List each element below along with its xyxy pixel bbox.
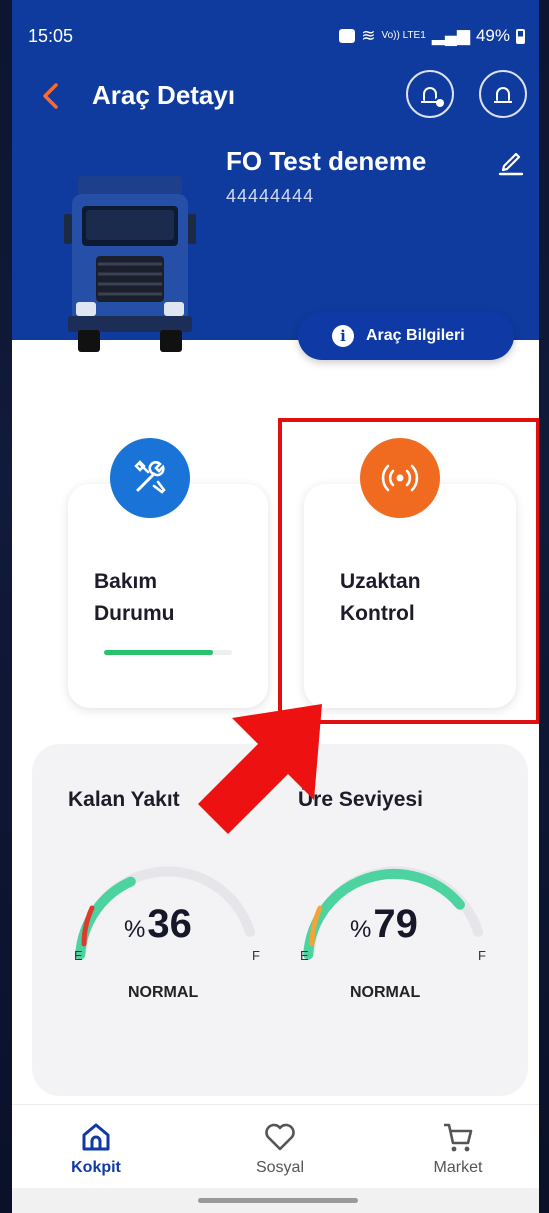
- battery-percent: 49%: [475, 26, 510, 45]
- maintenance-progress-fill: [104, 650, 213, 655]
- notification-settings-button[interactable]: [406, 70, 454, 118]
- nav-item-sosyal[interactable]: Sosyal: [220, 1119, 340, 1177]
- wrench-screwdriver-icon: [134, 460, 166, 494]
- vehicle-header: 15:05 ≋ Vo)) LTE1 ▂▄▆ 49% Araç Detayı FO…: [12, 0, 539, 352]
- urea-status: NORMAL: [350, 984, 421, 1001]
- wifi-icon: ≋: [361, 26, 376, 45]
- alarm-icon: [339, 29, 356, 43]
- home-icon: [82, 1123, 110, 1151]
- vehicle-info-button[interactable]: i Araç Bilgileri: [298, 312, 514, 360]
- app-screen: 15:05 ≋ Vo)) LTE1 ▂▄▆ 49% Araç Detayı FO…: [12, 0, 539, 1213]
- nav-item-kokpit[interactable]: Kokpit: [36, 1119, 156, 1177]
- urea-value-number: 79: [373, 902, 418, 946]
- fuel-value-number: 36: [147, 902, 192, 946]
- fuel-full-label: F: [252, 948, 260, 963]
- vehicle-info-label: Araç Bilgileri: [366, 327, 465, 344]
- urea-empty-label: E: [300, 948, 309, 963]
- maintenance-status-card[interactable]: Bakım Durumu: [68, 438, 268, 708]
- bell-icon: [494, 87, 512, 103]
- background-left-edge: [0, 0, 12, 1213]
- urea-full-label: F: [478, 948, 486, 963]
- urea-percent-sign: %: [350, 916, 372, 943]
- fuel-percent-sign: %: [124, 916, 146, 943]
- back-button[interactable]: [36, 76, 66, 116]
- annotation-arrow: [198, 704, 322, 834]
- annotation-highlight-box: [278, 418, 539, 724]
- bell-settings-icon: [421, 87, 444, 107]
- urea-value: %79: [350, 902, 418, 947]
- gesture-bar: [12, 1188, 539, 1213]
- fuel-status: NORMAL: [128, 984, 199, 1001]
- status-time: 15:05: [28, 26, 74, 46]
- network-label: Vo)) LTE1: [381, 30, 426, 41]
- notifications-button[interactable]: [479, 70, 527, 118]
- cart-icon: [444, 1123, 473, 1152]
- fuel-gauge-title: Kalan Yakıt: [68, 788, 180, 811]
- nav-label: Kokpit: [71, 1159, 121, 1176]
- heart-icon: [265, 1123, 295, 1151]
- signal-icon: ▂▄▆: [431, 26, 470, 45]
- card-icon-circle: [110, 438, 190, 518]
- nav-label: Sosyal: [255, 1159, 305, 1176]
- maintenance-progress-bar: [104, 650, 232, 655]
- card-label-line-2: Durumu: [94, 602, 175, 625]
- truck-image: [64, 176, 196, 352]
- card-label-line-1: Bakım: [94, 570, 158, 593]
- vehicle-plate: 44444444: [226, 186, 315, 206]
- fuel-empty-label: E: [74, 948, 83, 963]
- chevron-left-icon: [43, 83, 58, 109]
- page-title: Araç Detayı: [92, 80, 236, 110]
- nav-label: Market: [433, 1159, 483, 1176]
- vehicle-name: FO Test deneme: [226, 146, 427, 176]
- card-label: Bakım Durumu: [94, 566, 254, 630]
- nav-item-market[interactable]: Market: [398, 1119, 518, 1177]
- bottom-navigation: Kokpit Sosyal Market: [12, 1104, 539, 1188]
- home-gesture-handle[interactable]: [198, 1198, 358, 1203]
- battery-icon: [516, 28, 525, 44]
- info-icon: i: [332, 325, 354, 347]
- status-indicators: ≋ Vo)) LTE1 ▂▄▆ 49%: [339, 26, 525, 46]
- edit-pencil-icon[interactable]: [496, 146, 526, 176]
- status-bar: 15:05 ≋ Vo)) LTE1 ▂▄▆ 49%: [12, 0, 539, 64]
- fuel-value: %36: [124, 902, 192, 947]
